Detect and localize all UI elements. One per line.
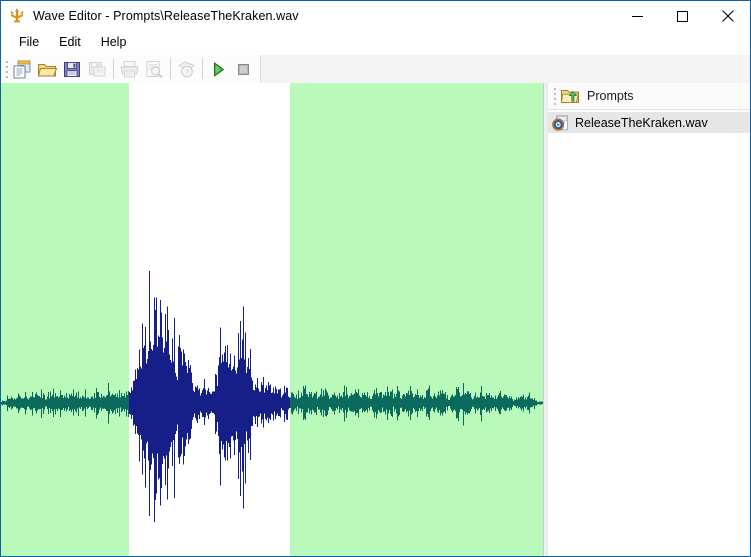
new-document-icon xyxy=(12,59,33,80)
help-box-icon: ? xyxy=(176,59,197,80)
title-bar: Wave Editor - Prompts\ReleaseTheKraken.w… xyxy=(1,1,750,31)
prompts-file-list[interactable]: ReleaseTheKraken.wav xyxy=(548,110,750,556)
wave-editor-app-icon xyxy=(8,7,26,25)
main-toolbar: ? xyxy=(1,55,261,83)
svg-text:?: ? xyxy=(185,67,189,76)
stop-square-icon xyxy=(233,59,254,80)
menu-item-file[interactable]: File xyxy=(9,32,49,53)
waveform-segment xyxy=(130,271,290,522)
save-file-button[interactable] xyxy=(60,56,85,82)
play-button[interactable] xyxy=(206,56,231,82)
new-file-button[interactable] xyxy=(10,56,35,82)
print-preview-icon xyxy=(144,59,165,80)
close-icon xyxy=(722,10,734,22)
toolbar-separator-2 xyxy=(170,59,171,79)
toolbar-separator-3 xyxy=(202,59,203,79)
printer-icon xyxy=(119,59,140,80)
print-preview-button xyxy=(142,56,167,82)
menu-bar: File Edit Help xyxy=(1,31,750,54)
prompts-panel-title: Prompts xyxy=(587,89,634,103)
maximize-icon xyxy=(677,11,688,22)
print-button xyxy=(117,56,142,82)
prompts-panel: Prompts ReleaseTheKraken.wav xyxy=(548,83,750,556)
prompts-panel-header: Prompts xyxy=(548,83,750,110)
open-folder-icon xyxy=(37,59,58,80)
stop-button xyxy=(231,56,256,82)
save-as-button xyxy=(85,56,110,82)
waveform-canvas[interactable] xyxy=(1,83,543,556)
minimize-button[interactable] xyxy=(615,1,660,31)
waveform-plot xyxy=(1,83,543,556)
minimize-icon xyxy=(632,11,643,22)
save-as-icon xyxy=(87,59,108,80)
toolbar-strip: ? xyxy=(1,54,750,83)
prompts-grip-handle[interactable] xyxy=(550,83,559,109)
list-item-label: ReleaseTheKraken.wav xyxy=(575,116,708,130)
toolbar-separator-1 xyxy=(113,59,114,79)
toolbar-grip-handle[interactable] xyxy=(3,55,10,83)
folder-up-icon[interactable] xyxy=(561,88,579,104)
maximize-button[interactable] xyxy=(660,1,705,31)
menu-item-help[interactable]: Help xyxy=(91,32,137,53)
menu-item-edit[interactable]: Edit xyxy=(49,32,91,53)
media-file-icon xyxy=(552,115,569,131)
window-controls xyxy=(615,1,750,31)
save-floppy-icon xyxy=(62,59,83,80)
open-file-button[interactable] xyxy=(35,56,60,82)
list-item[interactable]: ReleaseTheKraken.wav xyxy=(548,112,750,133)
close-button[interactable] xyxy=(705,1,750,31)
waveform-segment xyxy=(291,383,543,425)
help-button: ? xyxy=(174,56,199,82)
play-triangle-icon xyxy=(208,59,229,80)
content-area: Prompts ReleaseTheKraken.wav xyxy=(1,83,750,556)
window-title: Wave Editor - Prompts\ReleaseTheKraken.w… xyxy=(33,9,299,23)
wave-editor-window: Wave Editor - Prompts\ReleaseTheKraken.w… xyxy=(0,0,751,557)
